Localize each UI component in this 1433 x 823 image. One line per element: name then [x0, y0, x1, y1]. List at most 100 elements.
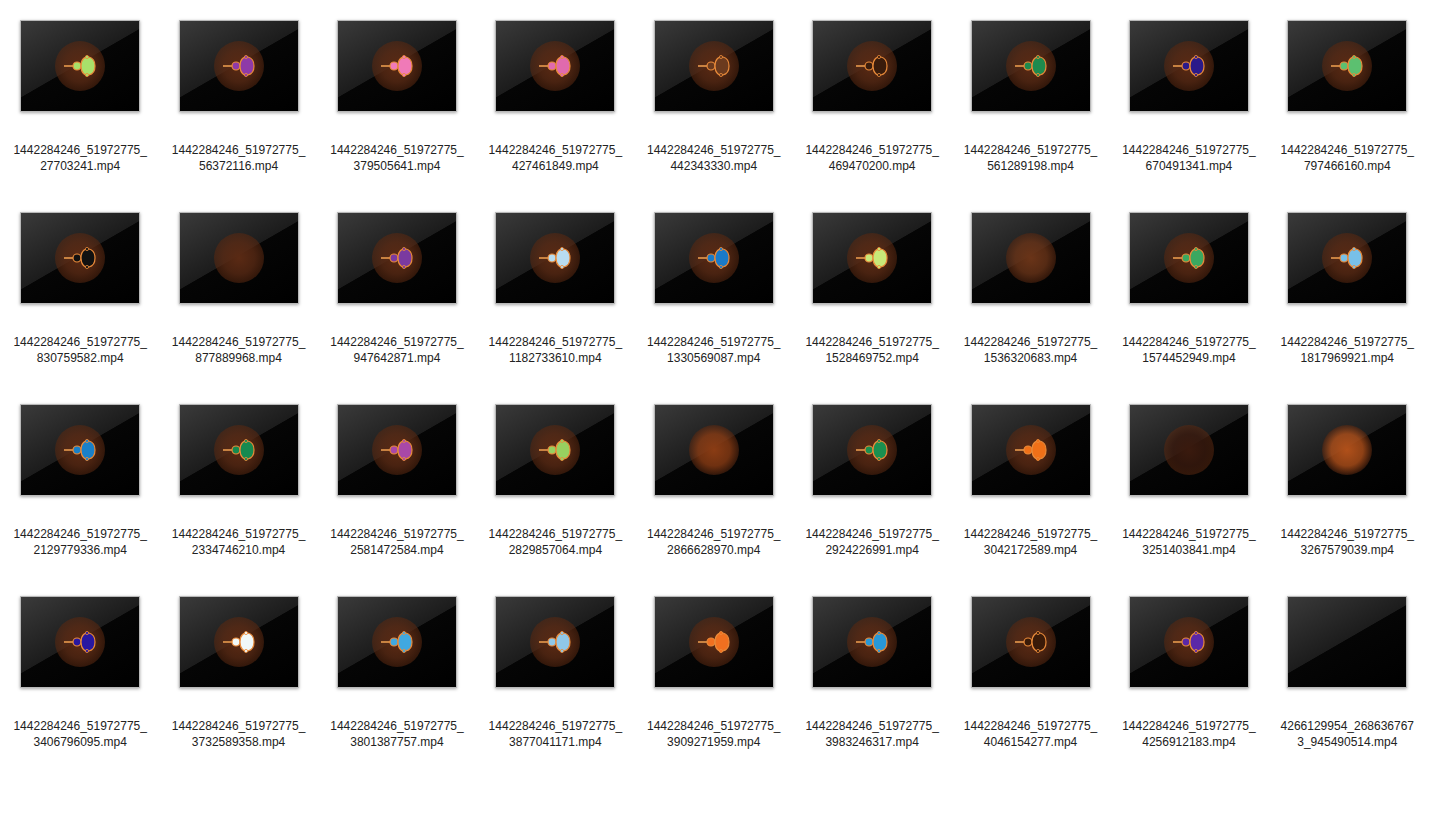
- fractal-icon: [1329, 244, 1365, 272]
- file-item[interactable]: 1442284246_51972775_3877041171.mp4: [476, 576, 634, 768]
- file-name[interactable]: 1442284246_51972775_1528469752.mp4: [803, 334, 941, 366]
- file-name[interactable]: 1442284246_51972775_3251403841.mp4: [1120, 526, 1258, 558]
- glow: [55, 41, 105, 91]
- file-name[interactable]: 1442284246_51972775_2581472584.mp4: [328, 526, 466, 558]
- file-item[interactable]: 1442284246_51972775_3267579039.mp4: [1268, 384, 1426, 576]
- fractal-icon: [537, 244, 573, 272]
- file-item[interactable]: 1442284246_51972775_1528469752.mp4: [793, 192, 951, 384]
- file-name[interactable]: 1442284246_51972775_2129779336.mp4: [11, 526, 149, 558]
- file-name[interactable]: 1442284246_51972775_3406796095.mp4: [11, 718, 149, 750]
- file-name[interactable]: 1442284246_51972775_2924226991.mp4: [803, 526, 941, 558]
- file-item[interactable]: 1442284246_51972775_442343330.mp4: [635, 0, 793, 192]
- video-thumbnail: [337, 596, 457, 688]
- video-thumbnail: [971, 20, 1091, 112]
- file-item[interactable]: 1442284246_51972775_3909271959.mp4: [635, 576, 793, 768]
- fractal-icon: [221, 628, 257, 656]
- file-item[interactable]: 1442284246_51972775_1182733610.mp4: [476, 192, 634, 384]
- fractal-icon: [537, 628, 573, 656]
- file-item[interactable]: 1442284246_51972775_1574452949.mp4: [1110, 192, 1268, 384]
- file-name[interactable]: 1442284246_51972775_379505641.mp4: [328, 142, 466, 174]
- file-name[interactable]: 1442284246_51972775_561289198.mp4: [962, 142, 1100, 174]
- file-name[interactable]: 1442284246_51972775_3267579039.mp4: [1278, 526, 1416, 558]
- file-item[interactable]: 1442284246_51972775_3983246317.mp4: [793, 576, 951, 768]
- file-name[interactable]: 1442284246_51972775_3042172589.mp4: [962, 526, 1100, 558]
- video-thumbnail: [20, 212, 140, 304]
- video-thumbnail: [179, 20, 299, 112]
- file-item[interactable]: 1442284246_51972775_427461849.mp4: [476, 0, 634, 192]
- file-item[interactable]: 1442284246_51972775_4256912183.mp4: [1110, 576, 1268, 768]
- fractal-icon: [379, 628, 415, 656]
- file-name[interactable]: 1442284246_51972775_830759582.mp4: [11, 334, 149, 366]
- video-thumbnail: [20, 596, 140, 688]
- file-name[interactable]: 1442284246_51972775_1574452949.mp4: [1120, 334, 1258, 366]
- video-thumbnail: [812, 596, 932, 688]
- file-item[interactable]: 1442284246_51972775_1817969921.mp4: [1268, 192, 1426, 384]
- video-thumbnail: [1129, 212, 1249, 304]
- file-item[interactable]: 1442284246_51972775_561289198.mp4: [951, 0, 1109, 192]
- video-thumbnail: [1287, 20, 1407, 112]
- file-item[interactable]: 4266129954_2686367673_945490514.mp4: [1268, 576, 1426, 768]
- file-name[interactable]: 4266129954_2686367673_945490514.mp4: [1278, 718, 1416, 750]
- file-item[interactable]: 1442284246_51972775_27703241.mp4: [1, 0, 159, 192]
- glow: [1322, 41, 1372, 91]
- file-item[interactable]: 1442284246_51972775_1536320683.mp4: [951, 192, 1109, 384]
- glow: [372, 233, 422, 283]
- file-name[interactable]: 1442284246_51972775_3732589358.mp4: [170, 718, 308, 750]
- video-thumbnail: [337, 404, 457, 496]
- file-name[interactable]: 1442284246_51972775_3801387757.mp4: [328, 718, 466, 750]
- file-item[interactable]: 1442284246_51972775_670491341.mp4: [1110, 0, 1268, 192]
- video-thumbnail: [20, 20, 140, 112]
- file-item[interactable]: 1442284246_51972775_3042172589.mp4: [951, 384, 1109, 576]
- file-item[interactable]: 1442284246_51972775_2866628970.mp4: [635, 384, 793, 576]
- file-name[interactable]: 1442284246_51972775_877889968.mp4: [170, 334, 308, 366]
- file-name[interactable]: 1442284246_51972775_2334746210.mp4: [170, 526, 308, 558]
- file-name[interactable]: 1442284246_51972775_469470200.mp4: [803, 142, 941, 174]
- video-thumbnail: [1287, 404, 1407, 496]
- file-item[interactable]: 1442284246_51972775_2829857064.mp4: [476, 384, 634, 576]
- file-item[interactable]: 1442284246_51972775_797466160.mp4: [1268, 0, 1426, 192]
- file-name[interactable]: 1442284246_51972775_3983246317.mp4: [803, 718, 941, 750]
- fractal-icon: [1013, 52, 1049, 80]
- file-name[interactable]: 1442284246_51972775_27703241.mp4: [11, 142, 149, 174]
- file-name[interactable]: 1442284246_51972775_797466160.mp4: [1278, 142, 1416, 174]
- video-thumbnail: [1129, 20, 1249, 112]
- file-item[interactable]: 1442284246_51972775_3251403841.mp4: [1110, 384, 1268, 576]
- file-name[interactable]: 1442284246_51972775_56372116.mp4: [170, 142, 308, 174]
- video-thumbnail: [179, 596, 299, 688]
- file-item[interactable]: 1442284246_51972775_56372116.mp4: [159, 0, 317, 192]
- fractal-icon: [696, 628, 732, 656]
- file-name[interactable]: 1442284246_51972775_947642871.mp4: [328, 334, 466, 366]
- file-name[interactable]: 1442284246_51972775_1330569087.mp4: [645, 334, 783, 366]
- file-item[interactable]: 1442284246_51972775_2334746210.mp4: [159, 384, 317, 576]
- file-name[interactable]: 1442284246_51972775_3877041171.mp4: [486, 718, 624, 750]
- file-name[interactable]: 1442284246_51972775_4256912183.mp4: [1120, 718, 1258, 750]
- file-item[interactable]: 1442284246_51972775_2581472584.mp4: [318, 384, 476, 576]
- file-item[interactable]: 1442284246_51972775_1330569087.mp4: [635, 192, 793, 384]
- file-name[interactable]: 1442284246_51972775_1536320683.mp4: [962, 334, 1100, 366]
- file-item[interactable]: 1442284246_51972775_947642871.mp4: [318, 192, 476, 384]
- glow: [372, 41, 422, 91]
- file-item[interactable]: 1442284246_51972775_469470200.mp4: [793, 0, 951, 192]
- file-item[interactable]: 1442284246_51972775_2129779336.mp4: [1, 384, 159, 576]
- file-name[interactable]: 1442284246_51972775_670491341.mp4: [1120, 142, 1258, 174]
- file-item[interactable]: 1442284246_51972775_379505641.mp4: [318, 0, 476, 192]
- file-name[interactable]: 1442284246_51972775_2866628970.mp4: [645, 526, 783, 558]
- glow: [847, 233, 897, 283]
- file-name[interactable]: 1442284246_51972775_2829857064.mp4: [486, 526, 624, 558]
- file-item[interactable]: 1442284246_51972775_4046154277.mp4: [951, 576, 1109, 768]
- video-thumbnail: [1287, 596, 1407, 688]
- file-name[interactable]: 1442284246_51972775_442343330.mp4: [645, 142, 783, 174]
- file-name[interactable]: 1442284246_51972775_4046154277.mp4: [962, 718, 1100, 750]
- file-name[interactable]: 1442284246_51972775_1817969921.mp4: [1278, 334, 1416, 366]
- file-name[interactable]: 1442284246_51972775_3909271959.mp4: [645, 718, 783, 750]
- file-item[interactable]: 1442284246_51972775_2924226991.mp4: [793, 384, 951, 576]
- file-item[interactable]: 1442284246_51972775_3732589358.mp4: [159, 576, 317, 768]
- file-item[interactable]: 1442284246_51972775_3801387757.mp4: [318, 576, 476, 768]
- file-name[interactable]: 1442284246_51972775_1182733610.mp4: [486, 334, 624, 366]
- fractal-icon: [379, 244, 415, 272]
- video-thumbnail: [971, 212, 1091, 304]
- file-item[interactable]: 1442284246_51972775_877889968.mp4: [159, 192, 317, 384]
- file-name[interactable]: 1442284246_51972775_427461849.mp4: [486, 142, 624, 174]
- file-item[interactable]: 1442284246_51972775_830759582.mp4: [1, 192, 159, 384]
- file-item[interactable]: 1442284246_51972775_3406796095.mp4: [1, 576, 159, 768]
